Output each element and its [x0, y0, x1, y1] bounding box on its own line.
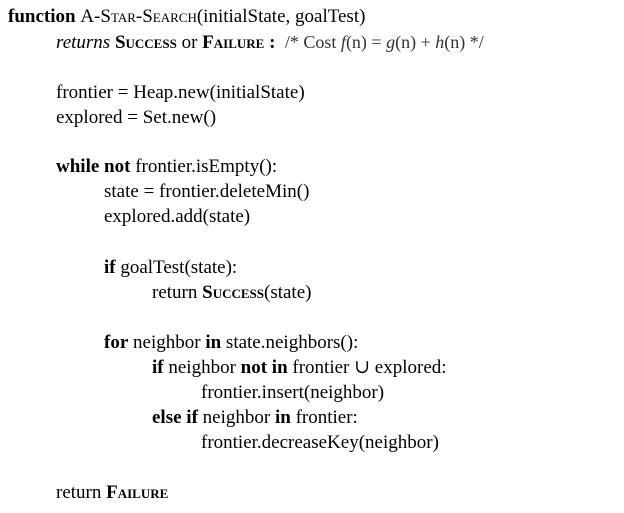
while-line: while not frontier.isEmpty(): — [56, 156, 277, 178]
keyword-else-if: else if — [152, 407, 198, 428]
returns-colon: : — [269, 32, 276, 53]
success-args: (state) — [264, 282, 312, 303]
function-name: A-Star-Search — [80, 6, 197, 27]
frontier-insert-line: frontier.insert(neighbor) — [201, 382, 385, 403]
failure-value: Failure — [106, 482, 169, 503]
function-signature-line: function A-Star-Search(initialState, goa… — [8, 6, 365, 28]
keyword-while: while — [56, 156, 100, 177]
if-variable: neighbor — [168, 357, 236, 378]
keyword-returns: returns — [56, 32, 111, 53]
keyword-function: function — [8, 6, 76, 27]
decrease-key-line: frontier.decreaseKey(neighbor) — [201, 432, 439, 453]
keyword-not-in: not in — [240, 357, 288, 378]
function-params: (initialState, goalTest) — [196, 6, 366, 27]
comment-close: */ — [469, 32, 484, 52]
cost-n2: (n) + — [395, 32, 431, 52]
if-not-in-line: if neighbor not in frontier ∪ explored: — [152, 357, 447, 379]
for-iterable: state.neighbors(): — [225, 332, 359, 353]
while-condition: frontier.isEmpty(): — [135, 156, 278, 177]
return-success: Success — [114, 32, 177, 53]
delete-min-line: state = frontier.deleteMin() — [104, 181, 310, 202]
cost-comment: /* Cost f(n) = g(n) + h(n) */ — [285, 32, 484, 52]
comment-open: /* Cost — [284, 32, 337, 52]
goal-test-condition: goalTest(state): — [120, 257, 238, 278]
frontier-init-line: frontier = Heap.new(initialState) — [56, 82, 305, 103]
explored-add-line: explored.add(state) — [104, 206, 251, 227]
keyword-for: for — [104, 332, 129, 353]
keyword-return: return — [56, 482, 102, 503]
for-variable: neighbor — [133, 332, 201, 353]
success-call: Success — [202, 282, 264, 303]
else-if-target: frontier: — [295, 407, 358, 428]
cost-h: h — [435, 32, 445, 52]
keyword-in: in — [205, 332, 222, 353]
cost-n1: (n) = — [345, 32, 382, 52]
return-success-line: return Success(state) — [152, 282, 311, 304]
cost-n3: (n) — [444, 32, 466, 52]
return-failure: Failure — [202, 32, 265, 53]
explored-init-line: explored = Set.new() — [56, 107, 217, 128]
keyword-or: or — [181, 32, 198, 53]
goal-test-line: if goalTest(state): — [104, 257, 237, 279]
for-line: for neighbor in state.neighbors(): — [104, 332, 358, 354]
keyword-if: if — [104, 257, 116, 278]
keyword-if: if — [152, 357, 164, 378]
keyword-not: not — [104, 156, 131, 177]
keyword-return: return — [152, 282, 198, 303]
returns-line: returns Success or Failure : /* Cost f(n… — [56, 31, 484, 54]
return-failure-line: return Failure — [56, 482, 168, 504]
if-set-expression: frontier ∪ explored: — [292, 357, 447, 378]
cost-g: g — [386, 32, 396, 52]
keyword-in: in — [274, 407, 291, 428]
else-if-line: else if neighbor in frontier: — [152, 407, 358, 429]
else-if-variable: neighbor — [202, 407, 271, 428]
